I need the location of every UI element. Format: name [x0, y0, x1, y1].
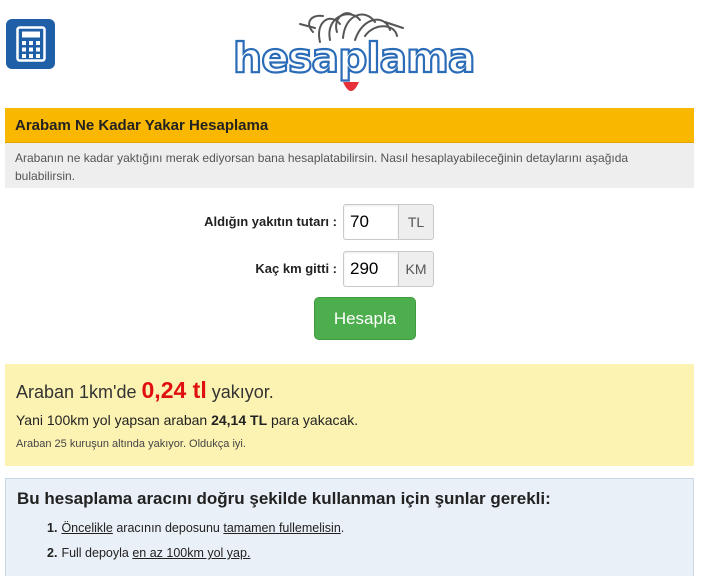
instructions-heading: Bu hesaplama aracını doğru şekilde kulla… — [17, 489, 551, 508]
result-prefix: Araban 1km'de — [16, 382, 142, 402]
list-item-emphasis: en az 100km yol yap. — [132, 546, 251, 560]
site-logo[interactable]: hesaplamacı — [225, 2, 513, 102]
list-item-text: Full depoyla — [61, 546, 133, 560]
list-item-number: 1. — [47, 521, 58, 535]
result-panel: Araban 1km'de 0,24 tl yakıyor. Yani 100k… — [5, 364, 694, 466]
instructions-list: 1. Öncelikle aracının deposunu tamamen fu… — [17, 521, 682, 560]
result-per-100km: Yani 100km yol yapsan araban 24,14 TL pa… — [16, 412, 683, 428]
result-value: 0,24 tl — [141, 377, 207, 403]
result-sub-value: 24,14 TL — [211, 412, 268, 428]
result-main: Araban 1km'de 0,24 tl yakıyor. — [16, 376, 683, 404]
list-item: 2. Full depoyla en az 100km yol yap. — [47, 546, 682, 560]
calculate-button[interactable]: Hesapla — [314, 297, 416, 340]
page-title-bar: Arabam Ne Kadar Yakar Hesaplama — [5, 108, 694, 143]
distance-label: Kaç km gitti : — [255, 261, 337, 276]
calculator-icon[interactable] — [6, 19, 55, 69]
list-item-number: 2. — [47, 546, 58, 560]
list-item: 1. Öncelikle aracının deposunu tamamen fu… — [47, 521, 682, 535]
distance-unit: KM — [398, 251, 434, 287]
logo-tongue-icon — [343, 82, 359, 91]
logo-text: hesaplamacı — [233, 34, 475, 82]
fuel-cost-input[interactable] — [343, 204, 398, 240]
list-item-text: . — [340, 521, 345, 535]
distance-row: Kaç km gitti : KM — [0, 251, 703, 287]
result-sub-prefix: Yani 100km yol yapsan araban — [16, 412, 212, 428]
result-suffix: yakıyor. — [206, 382, 274, 402]
list-item-emphasis: Öncelikle — [61, 521, 113, 535]
page-title: Arabam Ne Kadar Yakar Hesaplama — [15, 116, 269, 134]
fuel-cost-unit: TL — [398, 204, 434, 240]
list-item-emphasis: tamamen fullemelisin — [223, 521, 341, 535]
list-item-text: aracının deposunu — [112, 521, 224, 535]
distance-input[interactable] — [343, 251, 398, 287]
result-note: Araban 25 kuruşun altında yakıyor. Olduk… — [16, 438, 246, 450]
fuel-cost-label: Aldığın yakıtın tutarı : — [204, 214, 337, 229]
fuel-cost-row: Aldığın yakıtın tutarı : TL — [0, 204, 703, 240]
result-sub-suffix: para yakacak. — [267, 412, 359, 428]
instructions-panel: Bu hesaplama aracını doğru şekilde kulla… — [5, 478, 694, 576]
page-description: Arabanın ne kadar yaktığını merak ediyor… — [5, 143, 694, 188]
